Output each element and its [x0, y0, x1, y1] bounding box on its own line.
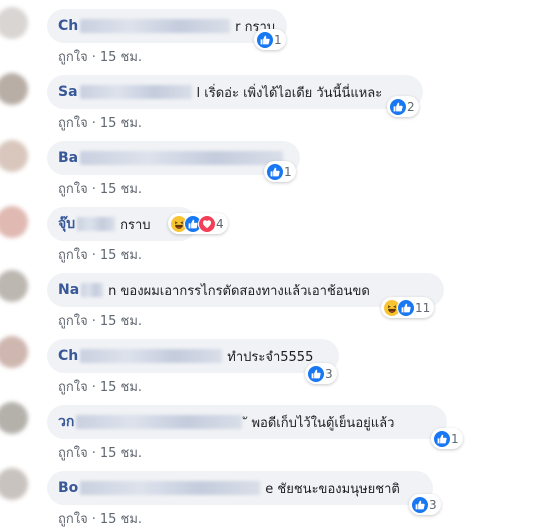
like-link[interactable]: ถูกใจ [58, 380, 88, 395]
commenter-name[interactable]: Ch [58, 18, 78, 34]
comment-meta: ถูกใจ · 15 ชม. [58, 310, 142, 331]
redacted-name [79, 85, 192, 99]
reaction-count: 2 [407, 99, 415, 114]
avatar[interactable] [0, 402, 28, 434]
reaction-summary[interactable]: 3 [305, 363, 337, 384]
thumbs-up-icon [307, 364, 325, 383]
commenter-name[interactable]: Ch [58, 348, 78, 364]
reaction-count: 1 [274, 32, 282, 47]
avatar[interactable] [0, 336, 28, 368]
comment-list: Ch r กราบ ถูกใจ · 15 ชม. 1 Sa l เริ่ดอ่ะ เพิ่งไ… [0, 0, 542, 527]
comment-text: e ชัยชนะของมนุษยชาติ [265, 481, 400, 497]
separator: · [91, 446, 96, 461]
separator: · [91, 380, 96, 395]
separator: · [91, 248, 96, 263]
like-link[interactable]: ถูกใจ [58, 446, 88, 461]
comment-bubble: Ch r กราบ [47, 9, 287, 43]
reaction-summary[interactable]: 11 [381, 297, 435, 318]
comment-meta: ถูกใจ · 15 ชม. [58, 46, 142, 67]
redacted-name [80, 151, 283, 165]
commenter-name[interactable]: Bo [58, 480, 78, 496]
redacted-name [80, 19, 231, 33]
separator: · [91, 182, 96, 197]
separator: · [91, 512, 96, 527]
thumbs-up-icon [256, 30, 274, 49]
reaction-summary[interactable]: 3 [409, 494, 441, 515]
like-link[interactable]: ถูกใจ [58, 116, 88, 131]
comment-bubble: วกั พอดีเก็บไว้ในตู้เย็นอยู่แล้ว [47, 405, 447, 439]
comment-bubble: Bo e ชัยชนะของมนุษยชาติ [47, 471, 433, 505]
reaction-summary[interactable]: 1 [431, 428, 463, 449]
thumbs-up-icon [433, 429, 451, 448]
comment-meta: ถูกใจ · 15 ชม. [58, 244, 142, 265]
timestamp[interactable]: 15 ชม. [100, 314, 142, 329]
comment-bubble: Ba [47, 141, 300, 175]
reaction-count: 3 [429, 497, 437, 512]
separator: · [91, 116, 96, 131]
redacted-name [80, 349, 223, 363]
thumbs-up-icon [397, 298, 415, 317]
reaction-summary[interactable]: 4 [168, 213, 228, 234]
commenter-name[interactable]: Na [58, 282, 79, 298]
reaction-summary[interactable]: 1 [264, 161, 296, 182]
timestamp[interactable]: 15 ชม. [100, 248, 142, 263]
redacted-name [76, 415, 243, 429]
comment-bubble: Sa l เริ่ดอ่ะ เพิ่งได้ไอเดีย วันนี้นี่แหล… [47, 75, 423, 109]
comment-text: n ของผมเอากรรไกรตัดสองทางแล้วเอาช้อนขด [108, 283, 370, 299]
like-link[interactable]: ถูกใจ [58, 314, 88, 329]
thumbs-up-icon [411, 495, 429, 514]
like-link[interactable]: ถูกใจ [58, 248, 88, 263]
comment-bubble: Ch ทำประจำ5555 [47, 339, 339, 373]
reaction-count: 1 [284, 164, 292, 179]
thumbs-up-icon [389, 97, 407, 116]
comment-text: ั พอดีเก็บไว้ในตู้เย็นอยู่แล้ว [247, 415, 395, 431]
reaction-count: 4 [216, 216, 224, 231]
commenter-name[interactable]: Sa [58, 84, 78, 100]
reaction-count: 1 [451, 431, 459, 446]
timestamp[interactable]: 15 ชม. [100, 182, 142, 197]
avatar[interactable] [0, 73, 28, 105]
reaction-count: 3 [325, 366, 333, 381]
comment-meta: ถูกใจ · 15 ชม. [58, 112, 142, 133]
comment-meta: ถูกใจ · 15 ชม. [58, 442, 142, 463]
timestamp[interactable]: 15 ชม. [100, 512, 142, 527]
reaction-count: 11 [415, 300, 431, 315]
like-link[interactable]: ถูกใจ [58, 512, 88, 527]
redacted-name [81, 283, 104, 297]
avatar[interactable] [0, 468, 28, 500]
commenter-name[interactable]: จุ๊บ [58, 213, 75, 235]
redacted-name [80, 481, 261, 495]
comment-meta: ถูกใจ · 15 ชม. [58, 508, 142, 529]
comment-text: l เริ่ดอ่ะ เพิ่งได้ไอเดีย วันนี้นี่แหละ [196, 85, 383, 101]
commenter-name[interactable]: Ba [58, 150, 78, 166]
separator: · [91, 50, 96, 65]
comment-meta: ถูกใจ · 15 ชม. [58, 376, 142, 397]
comment-text: ทำประจำ5555 [227, 349, 314, 365]
reaction-summary[interactable]: 1 [254, 29, 286, 50]
timestamp[interactable]: 15 ชม. [100, 380, 142, 395]
timestamp[interactable]: 15 ชม. [100, 116, 142, 131]
avatar[interactable] [0, 7, 28, 39]
avatar[interactable] [0, 206, 28, 238]
separator: · [91, 314, 96, 329]
heart-icon [198, 214, 216, 233]
commenter-name[interactable]: วก [58, 411, 74, 433]
redacted-name [77, 217, 116, 231]
avatar[interactable] [0, 270, 28, 302]
timestamp[interactable]: 15 ชม. [100, 446, 142, 461]
comment-meta: ถูกใจ · 15 ชม. [58, 178, 142, 199]
like-link[interactable]: ถูกใจ [58, 182, 88, 197]
like-link[interactable]: ถูกใจ [58, 50, 88, 65]
comment-text: กราบ [120, 217, 151, 233]
avatar[interactable] [0, 140, 28, 172]
timestamp[interactable]: 15 ชม. [100, 50, 142, 65]
thumbs-up-icon [266, 162, 284, 181]
reaction-summary[interactable]: 2 [387, 96, 419, 117]
